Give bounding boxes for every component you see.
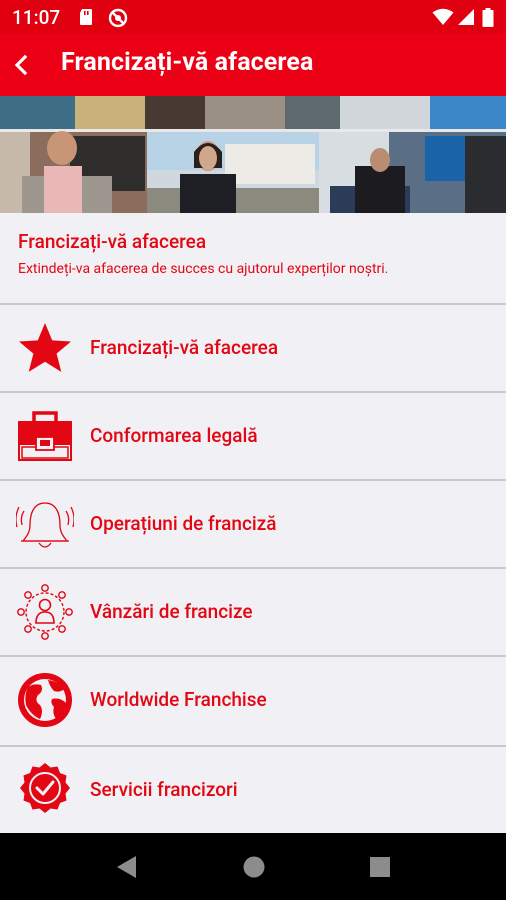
menu-item-worldwide-franchise[interactable]: Worldwide Franchise (0, 657, 506, 743)
network-icon (17, 584, 73, 640)
globe-icon (18, 673, 72, 727)
menu-item-legal-compliance[interactable]: Conformarea legală (0, 393, 506, 479)
nav-back-icon[interactable] (114, 854, 138, 880)
menu-item-label: Servicii francizori (90, 778, 238, 801)
do-not-disturb-icon (108, 8, 128, 28)
menu-item-franchise-sales[interactable]: Vânzări de francize (0, 569, 506, 655)
menu-item-label: Worldwide Franchise (90, 688, 267, 711)
status-time: 11:07 (12, 6, 61, 29)
back-arrow-icon[interactable] (8, 49, 40, 81)
status-bar: 11:07 (0, 0, 506, 34)
briefcase-icon (18, 411, 72, 461)
menu-item-franchisor-services[interactable]: Servicii francizori (0, 747, 506, 833)
menu-item-franchise-business[interactable]: Francizați-vă afacerea (0, 305, 506, 391)
wifi-icon (432, 8, 454, 25)
menu-item-franchise-operations[interactable]: Operațiuni de franciză (0, 481, 506, 567)
star-icon (19, 323, 71, 372)
menu-item-label: Operațiuni de franciză (90, 512, 277, 535)
app-bar-title: Francizați-vă afacerea (61, 48, 314, 77)
signal-icon (458, 9, 474, 25)
sd-card-icon (80, 9, 92, 25)
menu-item-label: Conformarea legală (90, 424, 258, 447)
menu-item-label: Francizați-vă afacerea (90, 336, 279, 359)
section-subtitle: Extindeți-va afacerea de succes cu ajuto… (18, 261, 389, 277)
banner-image (0, 96, 506, 213)
menu-item-label: Vânzări de francize (90, 600, 253, 623)
section-title: Francizați-vă afacerea (18, 230, 207, 253)
nav-home-icon[interactable] (242, 855, 266, 879)
badge-check-icon (20, 763, 70, 813)
system-nav-bar (0, 833, 506, 900)
battery-icon (482, 8, 494, 27)
section-header: Francizați-vă afacerea Extindeți-va afac… (0, 213, 506, 303)
bell-icon (16, 502, 74, 548)
nav-recents-icon[interactable] (369, 856, 391, 878)
app-bar: Francizați-vă afacerea (0, 34, 506, 96)
